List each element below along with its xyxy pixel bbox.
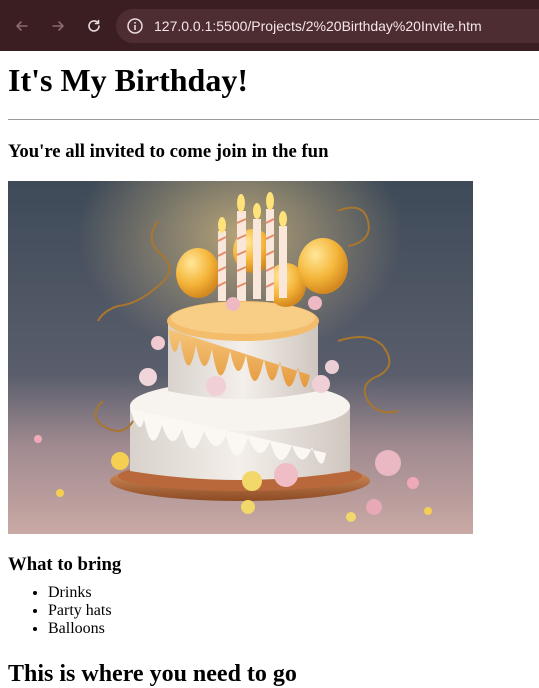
url-text: 127.0.0.1:5500/Projects/2%20Birthday%20I… — [154, 17, 482, 34]
cake-illustration — [8, 181, 473, 535]
horizontal-rule — [8, 119, 539, 121]
list-item: Party hats — [48, 602, 531, 620]
list-item: Balloons — [48, 620, 531, 638]
reload-button[interactable] — [80, 12, 108, 40]
page-content: It's My Birthday! You're all invited to … — [0, 62, 539, 688]
list-item: Drinks — [48, 584, 531, 602]
bring-list: Drinks Party hats Balloons — [8, 584, 531, 638]
birthday-cake-image — [8, 181, 473, 535]
arrow-right-icon — [52, 20, 64, 31]
invite-subtitle: You're all invited to come join in the f… — [8, 141, 329, 163]
page-title: It's My Birthday! — [8, 62, 248, 98]
arrow-left-icon — [16, 20, 28, 31]
address-bar[interactable]: 127.0.0.1:5500/Projects/2%20Birthday%20I… — [116, 8, 539, 43]
back-button[interactable] — [8, 12, 36, 40]
bring-heading: What to bring — [8, 554, 122, 576]
info-icon[interactable] — [126, 17, 144, 35]
where-heading: This is where you need to go — [8, 661, 297, 688]
reload-icon — [88, 19, 100, 32]
forward-button[interactable] — [44, 12, 72, 40]
browser-toolbar: 127.0.0.1:5500/Projects/2%20Birthday%20I… — [0, 0, 539, 51]
